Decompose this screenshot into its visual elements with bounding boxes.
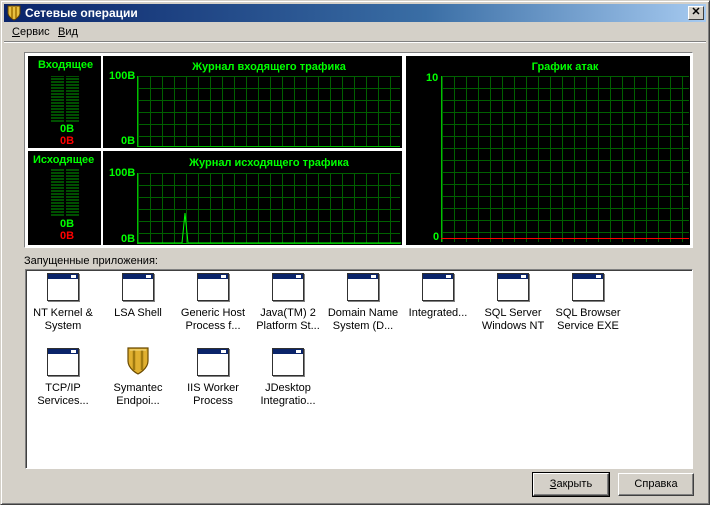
- running-apps-list[interactable]: NT Kernel & System LSA Shell Generic Hos…: [25, 269, 693, 469]
- close-button[interactable]: Закрыть: [532, 472, 610, 497]
- incoming-y-max: 100B: [109, 70, 136, 82]
- window-icon: [497, 273, 529, 301]
- window-icon: [347, 273, 379, 301]
- app-item[interactable]: SQL Server Windows NT: [476, 273, 550, 333]
- menu-view[interactable]: Вид: [58, 26, 78, 38]
- attacks-y-min: 0: [433, 231, 440, 243]
- running-apps-label: Запущенные приложения:: [24, 255, 158, 267]
- menu-bar: Сервис Вид: [4, 23, 706, 41]
- window-icon: [422, 273, 454, 301]
- outgoing-value-current: 0B: [60, 218, 75, 230]
- outgoing-traffic-line: [138, 212, 401, 244]
- app-item[interactable]: Domain Name System (D...: [326, 273, 400, 333]
- app-item[interactable]: Java(TM) 2 Platform St...: [251, 273, 325, 333]
- app-item[interactable]: NT Kernel & System: [26, 273, 100, 333]
- incoming-value-peak: 0B: [60, 135, 75, 147]
- incoming-baseline: [137, 146, 400, 147]
- network-operations-window: Сетевые операции ✕ Сервис Вид Входящее 0…: [0, 0, 710, 505]
- app-item[interactable]: Integrated...: [401, 273, 475, 320]
- menu-separator: [4, 41, 706, 43]
- incoming-graph-title: Журнал входящего трафика: [192, 61, 346, 73]
- window-icon: [272, 348, 304, 376]
- app-item[interactable]: SQL Browser Service EXE: [551, 273, 625, 333]
- incoming-graph-panel: 100B 0B Журнал входящего трафика: [103, 56, 402, 148]
- outgoing-label: Исходящее: [33, 154, 95, 166]
- attacks-graph-panel: 10 0 График атак: [406, 56, 690, 245]
- menu-service[interactable]: Сервис: [12, 26, 50, 38]
- app-item[interactable]: TCP/IP Services...: [26, 348, 100, 408]
- window-icon: [122, 273, 154, 301]
- outgoing-meter-panel: Исходящее 0B 0B: [28, 151, 101, 245]
- outgoing-graph-panel: 100B 0B Журнал исходящего трафика: [103, 151, 402, 245]
- window-icon: [197, 273, 229, 301]
- traffic-monitor: Входящее 0B 0B 100B 0B Журнал входящего …: [24, 52, 693, 248]
- window-icon: [47, 273, 79, 301]
- outgoing-value-peak: 0B: [60, 230, 75, 242]
- outgoing-level-meter: [51, 168, 79, 216]
- attacks-y-max: 10: [426, 72, 439, 84]
- incoming-level-meter: [51, 76, 79, 122]
- app-item[interactable]: Symantec Endpoi...: [101, 346, 175, 408]
- app-item[interactable]: JDesktop Integratio...: [251, 348, 325, 408]
- attacks-baseline: [441, 238, 689, 239]
- window-icon: [272, 273, 304, 301]
- window-icon: [572, 273, 604, 301]
- attacks-graph-title: График атак: [531, 61, 599, 73]
- app-item[interactable]: Generic Host Process f...: [176, 273, 250, 333]
- outgoing-graph-title: Журнал исходящего трафика: [189, 157, 349, 169]
- attacks-graph: [441, 76, 689, 242]
- shield-icon: [127, 347, 149, 375]
- window-icon: [197, 348, 229, 376]
- help-button[interactable]: Справка: [618, 473, 694, 496]
- incoming-y-min: 0B: [121, 135, 136, 147]
- close-icon[interactable]: ✕: [688, 6, 704, 20]
- outgoing-y-min: 0B: [121, 233, 136, 245]
- incoming-meter-panel: Входящее 0B 0B: [28, 56, 101, 148]
- incoming-traffic-graph: [137, 76, 400, 147]
- outgoing-traffic-graph: [137, 173, 401, 244]
- window-title: Сетевые операции: [25, 6, 138, 20]
- shield-icon: [7, 5, 21, 21]
- outgoing-baseline: [137, 243, 400, 244]
- outgoing-y-max: 100B: [109, 167, 136, 179]
- incoming-value-current: 0B: [60, 123, 75, 135]
- incoming-label: Входящее: [38, 59, 94, 71]
- app-item[interactable]: IIS Worker Process: [176, 348, 250, 408]
- window-icon: [47, 348, 79, 376]
- app-item[interactable]: LSA Shell: [101, 273, 175, 320]
- title-bar[interactable]: Сетевые операции ✕: [4, 4, 706, 22]
